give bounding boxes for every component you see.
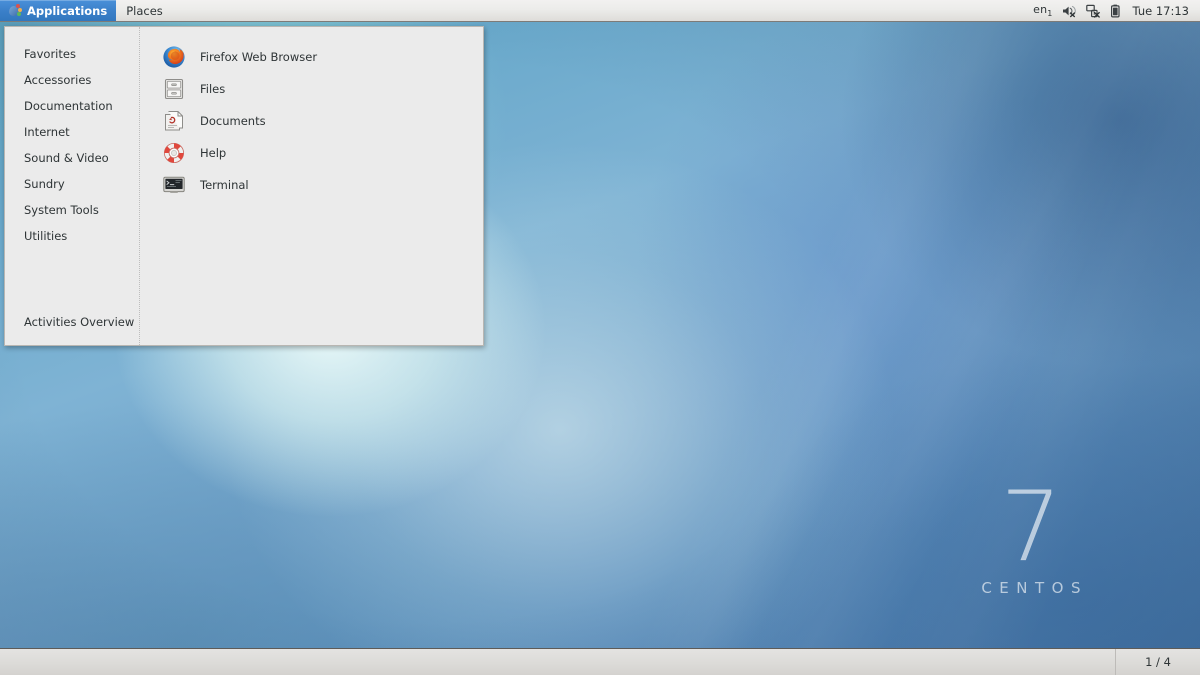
bottom-panel: 1 / 4 [0,648,1200,675]
terminal-icon [162,173,186,197]
top-panel: Applications Places en1 [0,0,1200,22]
category-item-sound-and-video[interactable]: Sound & Video [5,145,139,171]
keyboard-layout-label: en [1033,3,1047,16]
firefox-icon [162,45,186,69]
category-label: Internet [24,125,70,139]
category-item-system-tools[interactable]: System Tools [5,197,139,223]
help-lifebuoy-icon [162,141,186,165]
applications-menu-popup: Favorites Accessories Documentation Inte… [4,26,484,346]
category-label: Accessories [24,73,91,87]
volume-muted-icon[interactable] [1062,4,1077,18]
app-item-files[interactable]: Files [140,73,483,105]
category-label: Sound & Video [24,151,109,165]
category-item-utilities[interactable]: Utilities [5,223,139,249]
category-item-favorites[interactable]: Favorites [5,41,139,67]
gnome-foot-icon [9,4,22,17]
app-item-label: Terminal [200,178,249,192]
keyboard-layout-indicator[interactable]: en1 [1033,3,1052,18]
category-label: Documentation [24,99,113,113]
centos-version-number: 7 [974,482,1088,573]
app-item-label: Firefox Web Browser [200,50,317,64]
clock-label: Tue 17:13 [1133,4,1189,18]
battery-icon[interactable] [1110,4,1122,18]
network-disconnected-icon[interactable] [1086,4,1101,18]
desktop-screen: 7 CENTOS Applications Places en1 [0,0,1200,675]
menu-category-spacer [5,249,139,309]
window-list[interactable] [0,649,1115,675]
places-menu-label: Places [126,4,163,18]
applications-menu-label: Applications [27,4,107,18]
documents-icon [162,109,186,133]
app-item-label: Help [200,146,226,160]
file-manager-icon [162,77,186,101]
app-item-help[interactable]: Help [140,137,483,169]
category-label: Favorites [24,47,76,61]
category-label: Utilities [24,229,67,243]
places-menu-button[interactable]: Places [116,0,173,21]
app-item-terminal[interactable]: Terminal [140,169,483,201]
menu-category-column: Favorites Accessories Documentation Inte… [5,27,140,345]
category-item-internet[interactable]: Internet [5,119,139,145]
panel-status-area: en1 [1027,0,1200,21]
workspace-switcher-label: 1 / 4 [1145,655,1171,669]
panel-spacer [173,0,1027,21]
app-item-label: Files [200,82,225,96]
app-item-firefox-web-browser[interactable]: Firefox Web Browser [140,41,483,73]
activities-overview-label: Activities Overview [24,315,134,329]
centos-logo: 7 CENTOS [974,482,1088,597]
activities-overview-item[interactable]: Activities Overview [5,309,139,345]
app-item-documents[interactable]: Documents [140,105,483,137]
workspace-switcher[interactable]: 1 / 4 [1115,649,1200,675]
applications-menu-button[interactable]: Applications [0,0,116,21]
centos-brand-text: CENTOS [974,579,1088,597]
menu-application-column: Firefox Web Browser Files [140,27,483,345]
category-label: Sundry [24,177,65,191]
clock[interactable]: Tue 17:13 [1131,4,1191,18]
category-item-accessories[interactable]: Accessories [5,67,139,93]
app-item-label: Documents [200,114,266,128]
category-item-documentation[interactable]: Documentation [5,93,139,119]
keyboard-layout-index: 1 [1047,9,1052,18]
category-item-sundry[interactable]: Sundry [5,171,139,197]
category-label: System Tools [24,203,99,217]
